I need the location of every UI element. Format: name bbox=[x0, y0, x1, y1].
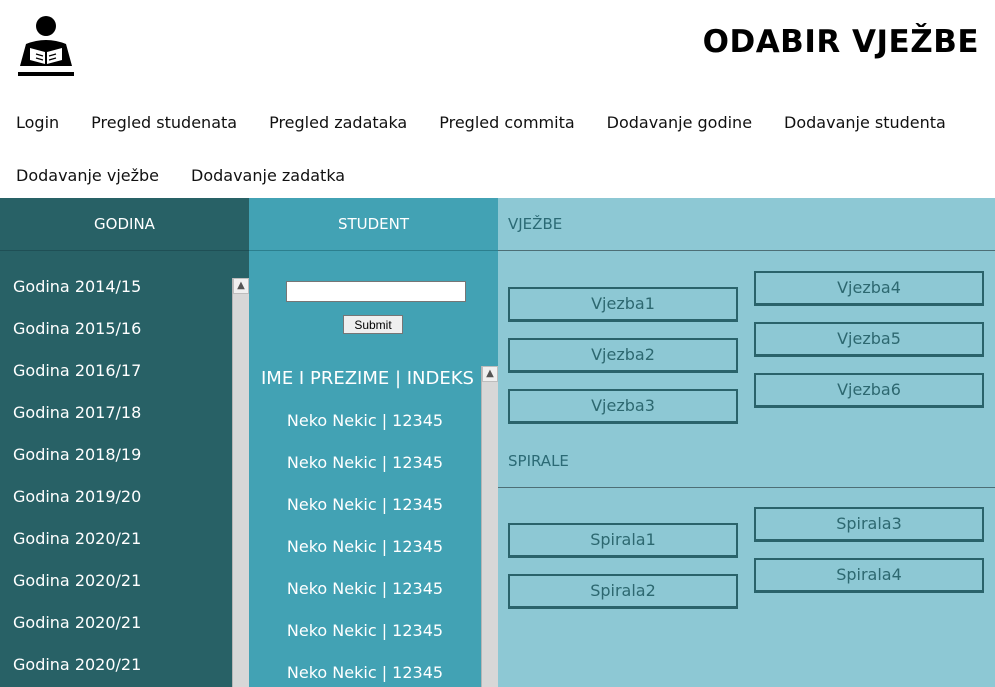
spirala-button[interactable]: Spirala1 bbox=[508, 523, 738, 558]
year-item[interactable]: Godina 2020/21 bbox=[0, 527, 233, 569]
scroll-up-arrow-icon[interactable]: ▲ bbox=[233, 278, 249, 294]
main-nav: Login Pregled studenata Pregled zadataka… bbox=[0, 96, 995, 202]
nav-link-login[interactable]: Login bbox=[16, 113, 59, 132]
student-list-header: IME I PREZIME | INDEKS bbox=[261, 368, 474, 389]
student-list-item[interactable]: Neko Nekic | 12345 bbox=[249, 410, 481, 452]
nav-link-dodavanje-vjezbe[interactable]: Dodavanje vježbe bbox=[16, 166, 159, 185]
header: ODABIR VJEŽBE bbox=[0, 0, 995, 92]
spirala-button[interactable]: Spirala3 bbox=[754, 507, 984, 542]
year-item[interactable]: Godina 2019/20 bbox=[0, 485, 233, 527]
reader-icon bbox=[18, 16, 74, 76]
year-item[interactable]: Godina 2018/19 bbox=[0, 443, 233, 485]
spirala-button[interactable]: Spirala4 bbox=[754, 558, 984, 593]
student-list: Neko Nekic | 12345 Neko Nekic | 12345 Ne… bbox=[249, 410, 481, 687]
year-list-scrollbar[interactable]: ▲ bbox=[232, 278, 249, 687]
nav-link-pregled-zadataka[interactable]: Pregled zadataka bbox=[269, 113, 407, 132]
scroll-up-arrow-icon[interactable]: ▲ bbox=[482, 366, 498, 382]
student-panel: STUDENT Submit IME I PREZIME | INDEKS Ne… bbox=[249, 198, 498, 687]
year-item[interactable]: Godina 2016/17 bbox=[0, 359, 233, 401]
vjezba-button[interactable]: Vjezba1 bbox=[508, 287, 738, 322]
vjezba-button[interactable]: Vjezba2 bbox=[508, 338, 738, 373]
vjezba-button[interactable]: Vjezba3 bbox=[508, 389, 738, 424]
vjezba-button[interactable]: Vjezba5 bbox=[754, 322, 984, 357]
student-search-input[interactable] bbox=[286, 281, 466, 302]
nav-row-2: Dodavanje vježbe Dodavanje zadatka bbox=[0, 149, 995, 202]
submit-button[interactable]: Submit bbox=[343, 315, 403, 334]
nav-link-dodavanje-studenta[interactable]: Dodavanje studenta bbox=[784, 113, 946, 132]
student-list-item[interactable]: Neko Nekic | 12345 bbox=[249, 578, 481, 620]
student-list-item[interactable]: Neko Nekic | 12345 bbox=[249, 620, 481, 662]
page-title: ODABIR VJEŽBE bbox=[702, 24, 979, 60]
student-list-item[interactable]: Neko Nekic | 12345 bbox=[249, 662, 481, 687]
nav-row-1: Login Pregled studenata Pregled zadataka… bbox=[0, 96, 995, 149]
year-item[interactable]: Godina 2015/16 bbox=[0, 317, 233, 359]
nav-link-pregled-commita[interactable]: Pregled commita bbox=[439, 113, 574, 132]
nav-link-dodavanje-godine[interactable]: Dodavanje godine bbox=[607, 113, 752, 132]
nav-link-pregled-studenata[interactable]: Pregled studenata bbox=[91, 113, 237, 132]
year-item[interactable]: Godina 2017/18 bbox=[0, 401, 233, 443]
vjezba-button[interactable]: Vjezba6 bbox=[754, 373, 984, 408]
year-item[interactable]: Godina 2014/15 bbox=[0, 275, 233, 317]
student-list-item[interactable]: Neko Nekic | 12345 bbox=[249, 452, 481, 494]
year-list: Godina 2014/15 Godina 2015/16 Godina 201… bbox=[0, 275, 233, 687]
year-item[interactable]: Godina 2020/21 bbox=[0, 611, 233, 653]
spirale-heading: SPIRALE bbox=[498, 435, 995, 488]
spirala-button[interactable]: Spirala2 bbox=[508, 574, 738, 609]
student-list-item[interactable]: Neko Nekic | 12345 bbox=[249, 536, 481, 578]
godina-panel: GODINA Godina 2014/15 Godina 2015/16 God… bbox=[0, 198, 249, 687]
vjezbe-panel: VJEŽBE Vjezba1 Vjezba2 Vjezba3 Vjezba4 V… bbox=[498, 198, 995, 687]
vjezba-button[interactable]: Vjezba4 bbox=[754, 271, 984, 306]
year-item[interactable]: Godina 2020/21 bbox=[0, 569, 233, 611]
year-item[interactable]: Godina 2020/21 bbox=[0, 653, 233, 687]
student-heading: STUDENT bbox=[249, 198, 498, 251]
student-list-scrollbar[interactable]: ▲ bbox=[481, 366, 498, 687]
vjezbe-heading: VJEŽBE bbox=[498, 198, 995, 251]
nav-link-dodavanje-zadatka[interactable]: Dodavanje zadatka bbox=[191, 166, 345, 185]
godina-heading: GODINA bbox=[0, 198, 249, 251]
student-list-item[interactable]: Neko Nekic | 12345 bbox=[249, 494, 481, 536]
